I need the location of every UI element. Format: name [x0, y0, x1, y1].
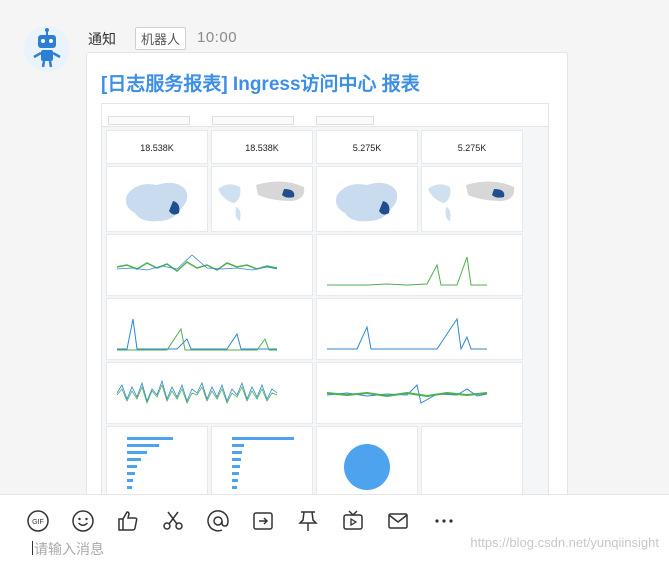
emoji-icon[interactable] [71, 509, 95, 533]
more-icon[interactable] [432, 509, 456, 533]
bar-chart-panel [106, 426, 208, 503]
thumbs-up-icon[interactable] [116, 509, 140, 533]
mail-icon[interactable] [386, 509, 410, 533]
line-chart-thumbnail [326, 384, 488, 404]
gif-icon[interactable]: GIF [26, 509, 50, 533]
robot-badge: 机器人 [135, 27, 187, 50]
line-chart-panel [316, 362, 523, 424]
pie-chart-thumbnail [344, 444, 390, 490]
line-chart-panel [106, 234, 313, 296]
stat-panel: 18.538K [211, 130, 313, 164]
share-icon[interactable] [251, 509, 275, 533]
filter-1 [108, 116, 190, 125]
filter-3 [316, 116, 374, 125]
line-chart-panel [316, 298, 523, 360]
world-map-thumbnail [428, 181, 515, 221]
message-toolbar: GIF 请输入消息 https://blog.csdn.net/yunqiins [0, 494, 669, 561]
stat-panel: 5.275K [316, 130, 418, 164]
china-map-thumbnail [336, 182, 398, 222]
line-chart-thumbnail [327, 256, 487, 286]
message-time: 10:00 [197, 29, 238, 46]
map-panel [316, 166, 418, 232]
sender-name[interactable]: 通知 [88, 29, 116, 49]
map-panel [106, 166, 208, 232]
scissors-icon[interactable] [161, 509, 185, 533]
bar-chart-panel [211, 426, 313, 503]
message-card[interactable]: [日志服务报表] Ingress访问中心 报表 18.538K 18.538K … [86, 52, 568, 504]
world-map-panel [211, 166, 313, 232]
world-map-panel [421, 166, 523, 232]
input-caret [32, 541, 33, 555]
report-screenshot[interactable]: 18.538K 18.538K 5.275K 5.275K [101, 103, 549, 503]
svg-text:GIF: GIF [32, 519, 44, 526]
mention-icon[interactable] [206, 509, 230, 533]
line-chart-panel [106, 362, 313, 424]
china-map-thumbnail [126, 182, 188, 222]
stat-panel: 5.275K [421, 130, 523, 164]
pin-icon[interactable] [296, 509, 320, 533]
line-chart-panel [316, 234, 523, 296]
line-chart-panel [106, 298, 313, 360]
line-chart-thumbnail [327, 317, 487, 351]
empty-chart-panel [421, 426, 523, 503]
stat-value: 5.275K [352, 143, 382, 153]
pie-chart-panel [316, 426, 418, 503]
bar-chart-thumbnail [127, 437, 173, 489]
stat-value: 18.538K [140, 143, 174, 153]
stat-panel: 18.538K [106, 130, 208, 164]
world-map-thumbnail [218, 181, 305, 221]
bar-chart-thumbnail [232, 437, 294, 489]
line-chart-thumbnail [116, 254, 278, 272]
message-input[interactable]: 请输入消息 [34, 539, 104, 559]
card-title[interactable]: [日志服务报表] Ingress访问中心 报表 [101, 69, 420, 96]
stat-value: 5.275K [457, 143, 487, 153]
filter-2 [212, 116, 294, 125]
line-chart-thumbnail [116, 379, 278, 405]
video-icon[interactable] [341, 509, 365, 533]
line-chart-thumbnail [117, 318, 277, 351]
robot-avatar-icon[interactable] [24, 26, 70, 72]
watermark: https://blog.csdn.net/yunqiinsight [470, 535, 659, 550]
report-filter-bar [102, 104, 548, 127]
stat-value: 18.538K [245, 143, 279, 153]
